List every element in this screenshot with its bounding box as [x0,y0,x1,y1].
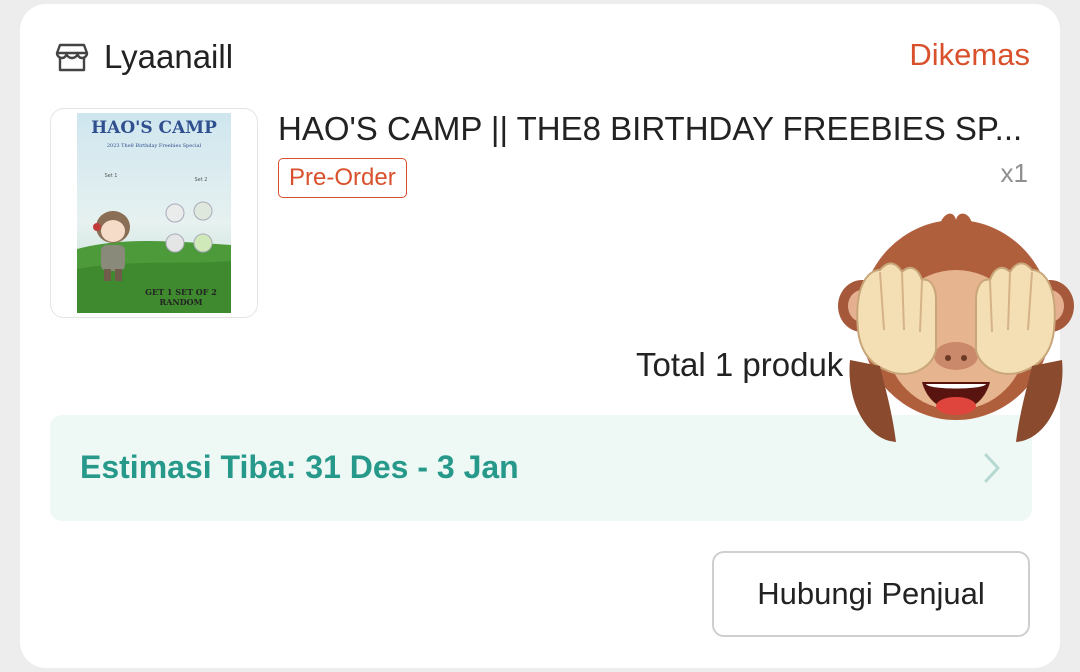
store-icon [55,43,89,72]
contact-seller-button[interactable]: Hubungi Penjual [712,551,1030,637]
shop-name[interactable]: Lyaanaill [104,38,233,76]
shop-header[interactable]: Lyaanaill [54,34,233,80]
thumb-footer-line2: RANDOM [160,297,203,307]
product-title[interactable]: HAO'S CAMP || THE8 BIRTHDAY FREEBIES SP.… [278,110,1038,148]
shipping-eta-text: Estimasi Tiba: 31 Des - 3 Jan [80,449,519,485]
chevron-right-icon [984,453,1000,483]
preorder-badge: Pre-Order [278,158,407,198]
thumb-heading: HAO'S CAMP [91,118,217,138]
thumb-set2-label: Set 2 [195,177,208,183]
order-total-summary: Total 1 produk [636,346,844,383]
see-no-evil-monkey-icon [838,213,1074,442]
thumb-footer-line1: GET 1 SET OF 2 [145,287,217,297]
order-status-label: Dikemas [909,37,1030,72]
product-thumbnail[interactable]: HAO'S CAMP 2023 The8 Birthday Freebies S… [50,108,258,318]
thumb-subheading: 2023 The8 Birthday Freebies Special [107,143,202,149]
product-quantity: x1 [1000,158,1028,188]
thumb-set1-label: Set 1 [105,173,118,179]
